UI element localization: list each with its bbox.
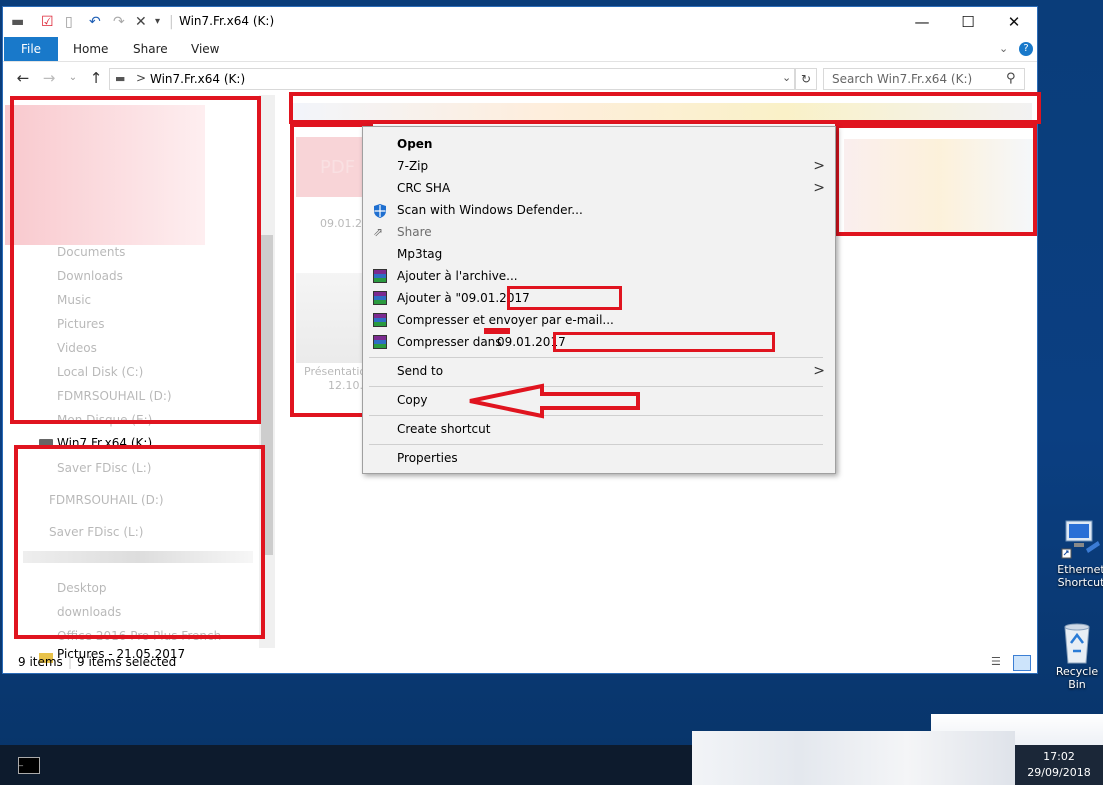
winrar-icon (373, 269, 387, 283)
drive-icon: ▬ (11, 14, 25, 30)
annotation-box (553, 332, 775, 352)
tab-home[interactable]: Home (61, 37, 120, 61)
menu-item-create-shortcut[interactable]: Create shortcut (363, 418, 835, 440)
desktop-icon-label: Ethernet Shortcut (1057, 563, 1103, 589)
menu-item-label: 7-Zip (397, 159, 429, 173)
undo-icon[interactable]: ↶ (89, 13, 101, 31)
winrar-icon (373, 313, 387, 327)
drive-icon: ▬ (115, 72, 126, 85)
submenu-arrow-icon: > (813, 180, 825, 196)
submenu-arrow-icon: > (813, 363, 825, 379)
close-button[interactable]: ✕ (991, 7, 1037, 37)
address-path: Win7.Fr.x64 (K:) (150, 72, 246, 86)
menu-item-label: Share (397, 225, 432, 239)
recycle-bin-icon (1056, 621, 1098, 664)
minimize-button[interactable]: — (899, 7, 945, 37)
menu-item-label: Open (397, 137, 433, 151)
annotation-arrow (469, 383, 640, 419)
desktop-icon-label: Recycle Bin (1055, 665, 1099, 691)
forward-icon[interactable]: → (39, 68, 59, 88)
annotation-mark (484, 328, 510, 334)
tab-view[interactable]: View (179, 37, 231, 61)
item-count: 9 items (18, 655, 63, 669)
menu-item-label: Compresser dans (397, 335, 502, 349)
menu-item-label: Scan with Windows Defender... (397, 203, 583, 217)
share-icon: ⇗ (373, 225, 384, 239)
taskbar: _ 17:02 29/09/2018 (0, 731, 1103, 785)
terminal-icon[interactable]: _ (18, 757, 40, 774)
annotation-box (14, 445, 265, 639)
menu-item-label: Copy (397, 393, 428, 407)
desktop-icon-recycle-bin[interactable]: Recycle Bin (1047, 621, 1103, 691)
menu-item-7zip[interactable]: 7-Zip > (363, 155, 835, 177)
redo-icon[interactable]: ↷ (113, 13, 125, 31)
winrar-icon (373, 335, 387, 349)
desktop-icon-ethernet-shortcut[interactable]: Ethernet Shortcut (1051, 519, 1103, 589)
menu-item-crc-sha[interactable]: CRC SHA > (363, 177, 835, 199)
submenu-arrow-icon: > (813, 158, 825, 174)
selected-count: 9 items selected (77, 655, 177, 669)
ribbon-tabs: File Home Share View ⌄ ? (3, 37, 1037, 62)
menu-item-mp3tag[interactable]: Mp3tag (363, 243, 835, 265)
redacted-area (692, 731, 1015, 785)
large-icons-view-icon[interactable] (1013, 655, 1031, 671)
address-row: ← → ⌄ ↑ ▬ > Win7.Fr.x64 (K:) ⌄ ↻ Search … (3, 62, 1037, 94)
search-input[interactable]: Search Win7.Fr.x64 (K:) (832, 72, 972, 86)
up-icon[interactable]: ↑ (86, 68, 106, 88)
system-clock[interactable]: 17:02 29/09/2018 (1015, 745, 1103, 785)
network-icon (1060, 519, 1102, 559)
winrar-icon (373, 291, 387, 305)
menu-item-label: Send to (397, 364, 444, 378)
annotation-box (835, 124, 1037, 236)
maximize-button[interactable]: ☐ (945, 7, 991, 37)
menu-item-label: CRC SHA (397, 181, 451, 195)
tab-file[interactable]: File (4, 37, 58, 61)
help-icon[interactable]: ? (1019, 42, 1033, 56)
menu-item-send-to[interactable]: Send to > (363, 360, 835, 382)
annotation-box (289, 92, 1041, 124)
status-divider: | (68, 655, 73, 669)
address-bar[interactable]: ▬ > Win7.Fr.x64 (K:) ⌄ (109, 68, 795, 90)
search-icon: ⚲ (1006, 71, 1016, 86)
clock-time: 17:02 (1043, 750, 1075, 763)
menu-item-scan-defender[interactable]: Scan with Windows Defender... (363, 199, 835, 221)
back-icon[interactable]: ← (13, 68, 33, 88)
menu-item-compress-email[interactable]: Compresser et envoyer par e-mail... (363, 309, 835, 331)
menu-item-open[interactable]: Open (363, 133, 835, 155)
recent-locations-icon[interactable]: ⌄ (63, 68, 83, 88)
new-folder-icon[interactable]: ▯ (65, 13, 73, 31)
menu-item-properties[interactable]: Properties (363, 447, 835, 469)
menu-item-share[interactable]: ⇗ Share (363, 221, 835, 243)
customize-qat-icon[interactable]: ▾ (155, 13, 160, 31)
menu-separator (369, 444, 823, 445)
menu-item-label: Mp3tag (397, 247, 443, 261)
refresh-icon[interactable]: ↻ (795, 68, 817, 90)
address-dropdown-icon[interactable]: ⌄ (782, 71, 791, 84)
search-box[interactable]: Search Win7.Fr.x64 (K:) ⚲ (823, 68, 1025, 90)
annotation-box (290, 123, 373, 417)
menu-item-label: Properties (397, 451, 458, 465)
title-divider: | (169, 14, 174, 30)
status-bar: 9 items | 9 items selected ☰ (3, 652, 1037, 673)
delete-icon[interactable]: ✕ (135, 13, 147, 31)
menu-item-add-archive[interactable]: Ajouter à l'archive... (363, 265, 835, 287)
annotation-box (10, 96, 261, 424)
window-title: Win7.Fr.x64 (K:) (179, 14, 275, 28)
ribbon-expand-icon[interactable]: ⌄ (999, 42, 1008, 55)
defender-shield-icon (373, 203, 387, 218)
menu-item-label: Create shortcut (397, 422, 491, 436)
breadcrumb-separator: > (136, 71, 147, 85)
clock-date: 29/09/2018 (1027, 766, 1091, 779)
title-bar: ▬ ☑ ▯ ↶ ↷ ✕ ▾ | Win7.Fr.x64 (K:) — ☐ ✕ (3, 7, 1037, 37)
details-view-icon[interactable]: ☰ (991, 655, 1007, 669)
menu-item-label: Ajouter à l'archive... (397, 269, 518, 283)
properties-icon[interactable]: ☑ (41, 13, 54, 31)
menu-separator (369, 357, 823, 358)
tab-share[interactable]: Share (121, 37, 180, 61)
annotation-box (507, 286, 622, 310)
